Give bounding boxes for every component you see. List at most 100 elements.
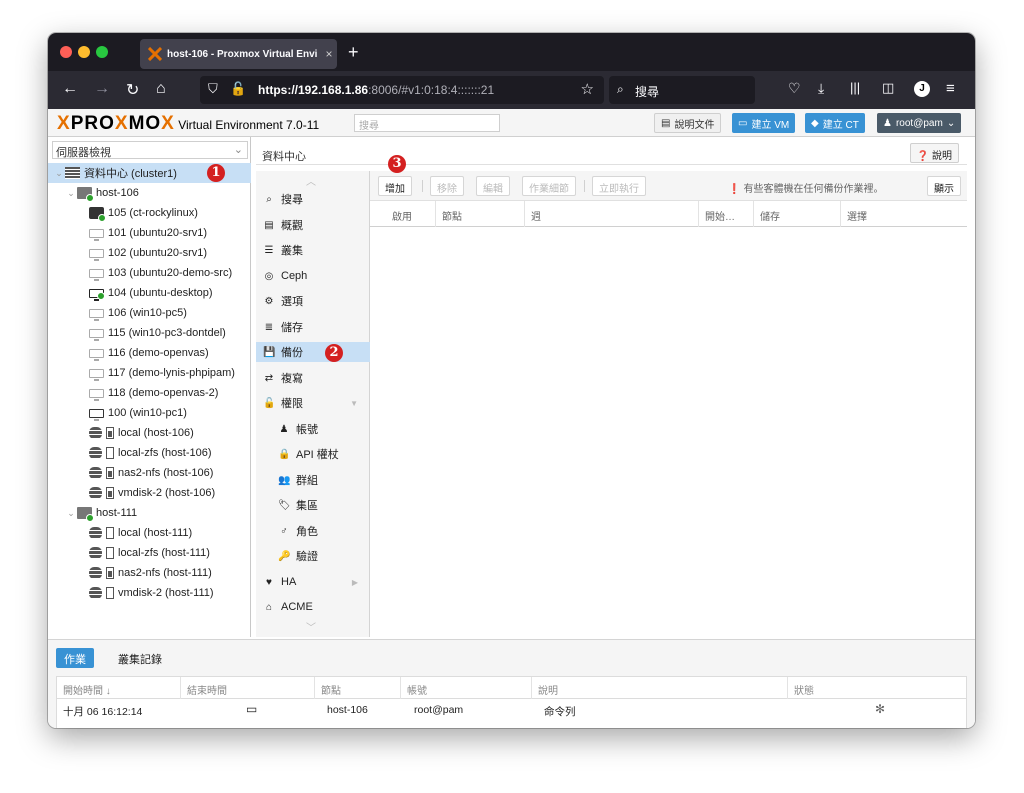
lock-warning-icon[interactable]: 🔓 [230, 81, 246, 97]
home-icon[interactable]: ⌂ [156, 80, 166, 98]
tree-item-storage[interactable]: local (host-106) [48, 423, 251, 443]
menu-item-replication[interactable]: ⇄ 複寫 [256, 368, 370, 388]
docs-button[interactable]: ▤ 說明文件 [654, 113, 722, 133]
proxmox-logo: XPROXMOX Virtual Environment 7.0-11 [57, 113, 320, 134]
storage-icon [89, 487, 102, 499]
tree-item-vm-template[interactable]: 100 (win10-pc1) [48, 403, 251, 423]
collapse-icon[interactable]: ⌄ [66, 188, 76, 199]
tree-item-node[interactable]: ⌄ host-111 [48, 503, 251, 523]
collapse-icon[interactable]: ⌄ [54, 168, 64, 179]
run-now-button[interactable]: 立即執行 [592, 176, 646, 196]
tree-item-node[interactable]: ⌄ host-106 [48, 183, 251, 203]
tree-item-vm[interactable]: 116 (demo-openvas) [48, 343, 251, 363]
forward-arrow-icon[interactable]: → [94, 80, 110, 98]
column-header-selection[interactable]: 選擇 [841, 201, 967, 227]
tree-item-container[interactable]: 105 (ct-rockylinux) [48, 203, 251, 223]
menu-hamburger-icon[interactable]: ≡ [946, 80, 955, 97]
back-arrow-icon[interactable]: ← [62, 80, 78, 98]
tree-item-storage[interactable]: local-zfs (host-106) [48, 443, 251, 463]
menu-item-roles[interactable]: ♂ 角色 [256, 521, 370, 541]
column-header-storage[interactable]: 儲存 [754, 201, 841, 227]
user-menu-button[interactable]: ♟ root@pam ⌄ [877, 113, 962, 133]
menu-item-pools[interactable]: 🏷 集區 [256, 495, 370, 515]
column-header-end-time[interactable]: 結束時間 [181, 677, 315, 699]
tree-item-storage[interactable]: nas2-nfs (host-106) [48, 463, 251, 483]
column-header-node[interactable]: 節點 [436, 201, 525, 227]
tree-item-vm[interactable]: 103 (ubuntu20-demo-src) [48, 263, 251, 283]
guest-info-text: ❗ 有些客體機在任何備份作業裡。 [728, 180, 883, 195]
address-bar[interactable]: ⛉ 🔓 https://192.168.1.86:8006/#v1:0:18:4… [200, 76, 604, 104]
tab-close-icon[interactable]: × [321, 47, 337, 61]
tab-cluster-log[interactable]: 叢集記錄 [110, 648, 170, 668]
menu-item-realms[interactable]: 🔑 驗證 [256, 546, 370, 566]
menu-item-groups[interactable]: 👥 群組 [256, 470, 370, 490]
minimize-window-button[interactable] [78, 46, 90, 58]
column-header-start[interactable]: 開始… [699, 201, 754, 227]
remove-button[interactable]: 移除 [430, 176, 464, 196]
menu-item-ha[interactable]: ♥ HA ▶ [256, 572, 370, 592]
tree-item-vm[interactable]: 118 (demo-openvas-2) [48, 383, 251, 403]
help-button[interactable]: ❓ 說明 [909, 143, 959, 163]
sidebar-icon[interactable]: ◫ [882, 80, 894, 96]
pocket-icon[interactable]: ♡ [788, 80, 801, 97]
tree-item-storage[interactable]: local (host-111) [48, 523, 251, 543]
tree-item-storage[interactable]: local-zfs (host-111) [48, 543, 251, 563]
tree-item-storage[interactable]: vmdisk-2 (host-106) [48, 483, 251, 503]
menu-item-options[interactable]: ⚙ 選項 [256, 291, 370, 311]
reload-icon[interactable]: ↻ [126, 80, 139, 100]
tree-item-storage[interactable]: nas2-nfs (host-111) [48, 563, 251, 583]
browser-tab[interactable]: host-106 - Proxmox Virtual Envi × [140, 39, 337, 69]
datacenter-icon [65, 167, 80, 179]
tree-item-label: 118 (demo-openvas-2) [108, 387, 219, 399]
column-header-node[interactable]: 節點 [315, 677, 401, 699]
edit-button[interactable]: 編輯 [476, 176, 510, 196]
column-header-schedule[interactable]: 週 [525, 201, 699, 227]
show-button[interactable]: 顯示 [927, 176, 961, 196]
menu-item-storage[interactable]: ≣ 儲存 [256, 317, 370, 337]
create-ct-button[interactable]: ◆ 建立 CT [805, 113, 865, 133]
library-icon[interactable]: ||| [850, 80, 860, 95]
heartbeat-icon: ♥ [266, 576, 272, 588]
download-icon[interactable]: ⤓ [818, 80, 824, 97]
tab-tasks[interactable]: 作業 [56, 648, 94, 668]
zoom-window-button[interactable] [96, 46, 108, 58]
scroll-down-icon[interactable]: ﹀ [306, 619, 316, 634]
column-header-description[interactable]: 說明 [532, 677, 788, 699]
menu-item-users[interactable]: ♟ 帳號 [256, 419, 370, 439]
tree-item-vm[interactable]: 115 (win10-pc3-dontdel) [48, 323, 251, 343]
bookmark-star-icon[interactable]: ☆ [581, 80, 594, 98]
menu-item-label: 群組 [296, 475, 318, 487]
menu-item-api-tokens[interactable]: 🔒 API 權杖 [256, 444, 370, 464]
view-selector[interactable]: 伺服器檢視 ⌄ [52, 141, 248, 159]
menu-item-acme[interactable]: ⌂ ACME [256, 597, 370, 617]
account-icon[interactable]: J [914, 81, 930, 97]
create-vm-button[interactable]: ▭ 建立 VM [732, 113, 796, 133]
tree-item-vm[interactable]: 106 (win10-pc5) [48, 303, 251, 323]
menu-item-ceph[interactable]: ◎ Ceph [256, 266, 370, 286]
table-row[interactable]: 十月 06 16:12:14 ▭ host-106 root@pam 命令列 ✻ [57, 699, 966, 721]
job-detail-button[interactable]: 作業細節 [522, 176, 576, 196]
monitor-icon: ▭ [738, 117, 748, 129]
menu-item-backup[interactable]: 💾 備份 [256, 342, 370, 362]
menu-item-search[interactable]: ⌕ 搜尋 [256, 189, 370, 209]
column-header-enabled[interactable]: 啟用 [370, 201, 436, 227]
close-window-button[interactable] [60, 46, 72, 58]
scroll-up-icon[interactable]: ︿ [306, 173, 316, 188]
collapse-icon[interactable]: ⌄ [66, 508, 76, 519]
menu-item-summary[interactable]: ▤ 概觀 [256, 215, 370, 235]
tree-item-vm[interactable]: 101 (ubuntu20-srv1) [48, 223, 251, 243]
pve-search-input[interactable]: 搜尋 [354, 114, 500, 132]
add-button[interactable]: 增加 [378, 176, 412, 196]
new-tab-button[interactable]: + [348, 42, 359, 63]
browser-search-field[interactable]: ⌕ 搜尋 [609, 76, 755, 104]
menu-item-cluster[interactable]: ☰ 叢集 [256, 240, 370, 260]
column-header-user[interactable]: 帳號 [401, 677, 532, 699]
tree-item-vm-running[interactable]: 104 (ubuntu-desktop) [48, 283, 251, 303]
column-header-start-time[interactable]: 開始時間 ↓ [57, 677, 181, 699]
menu-item-permissions[interactable]: 🔓 權限 ▼ [256, 393, 370, 413]
tree-item-storage[interactable]: vmdisk-2 (host-111) [48, 583, 251, 603]
column-header-status[interactable]: 狀態 [788, 677, 968, 699]
shield-icon[interactable]: ⛉ [208, 81, 218, 97]
tree-item-vm[interactable]: 117 (demo-lynis-phpipam) [48, 363, 251, 383]
tree-item-vm[interactable]: 102 (ubuntu20-srv1) [48, 243, 251, 263]
